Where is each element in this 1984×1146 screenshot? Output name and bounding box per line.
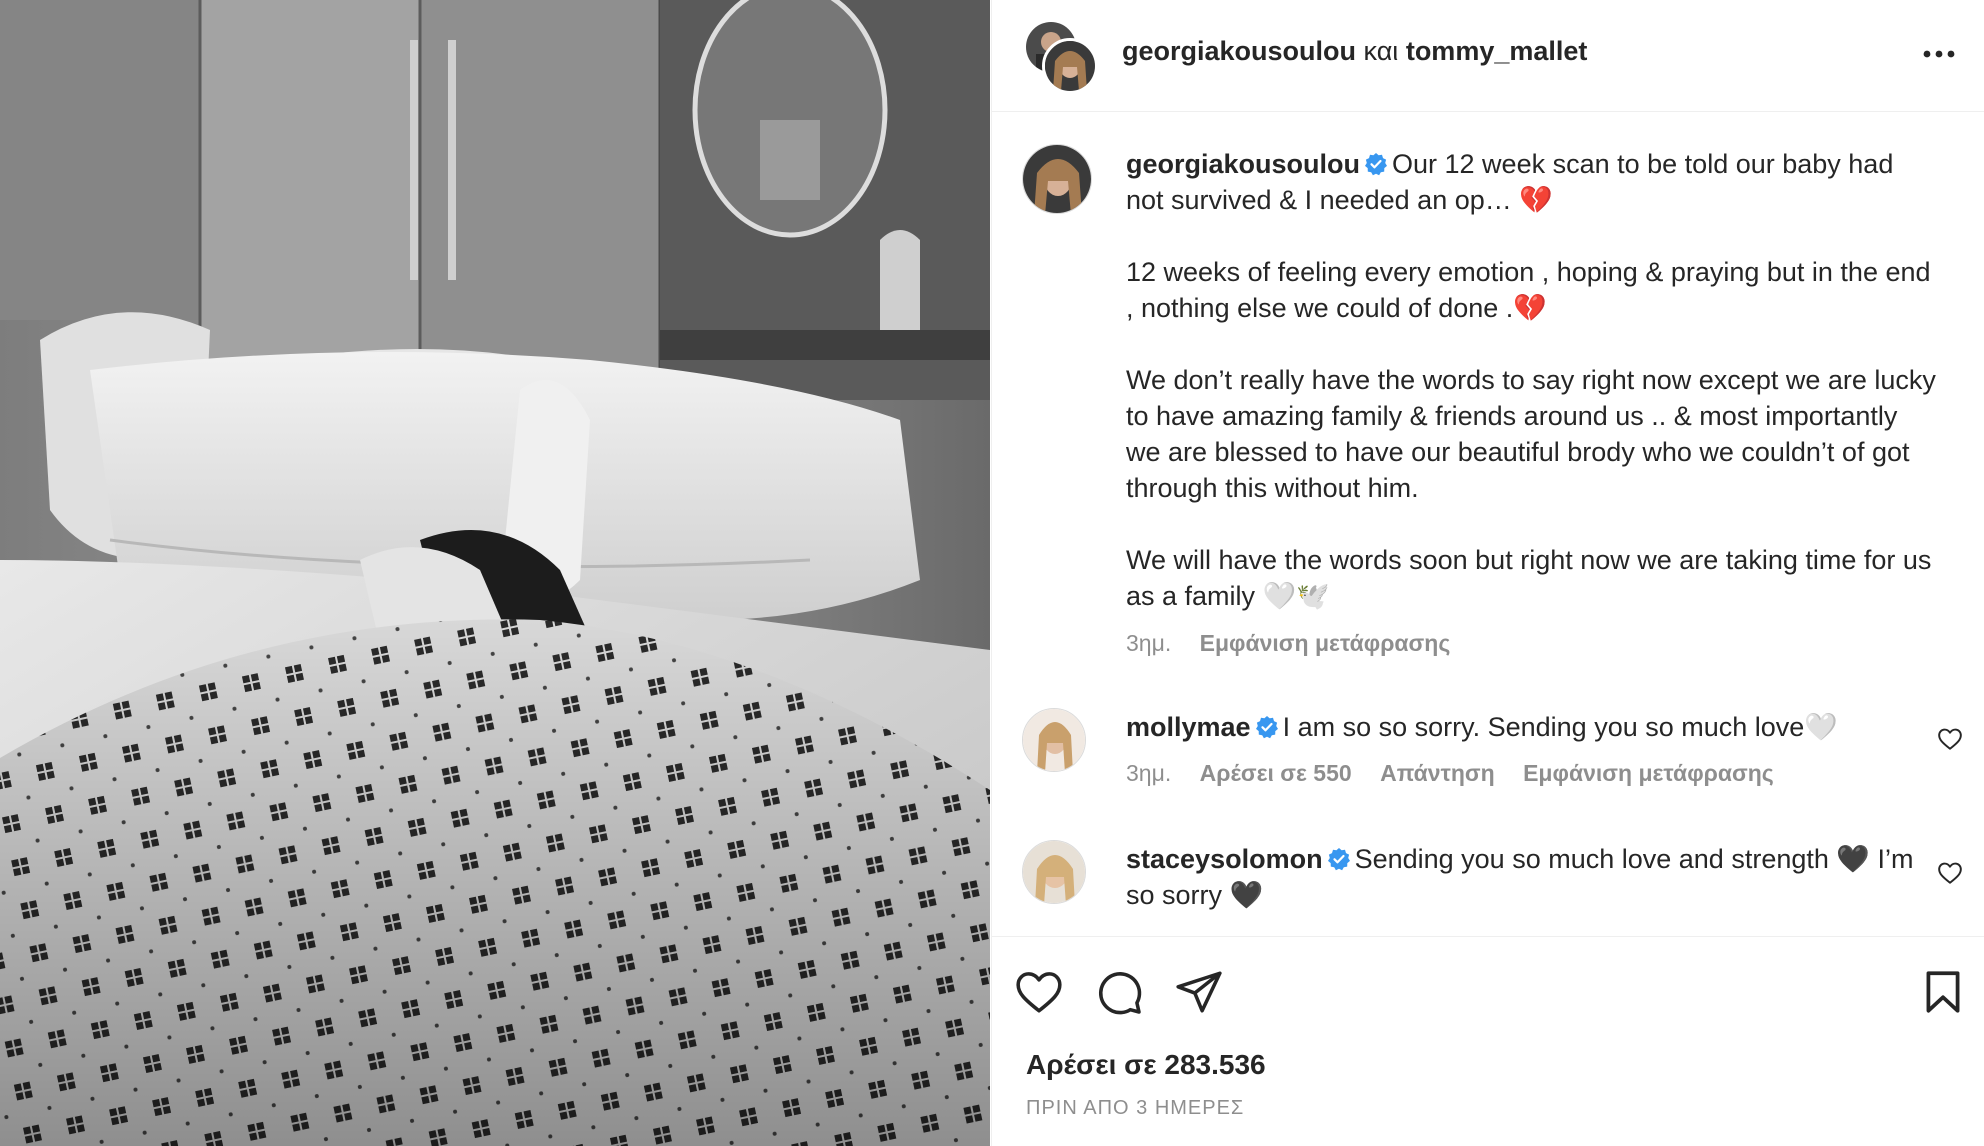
- heart-icon[interactable]: [1014, 967, 1064, 1017]
- comment-1-likes[interactable]: Αρέσει σε 550: [1200, 760, 1352, 786]
- author-georgiakousoulou[interactable]: georgiakousoulou: [1122, 36, 1356, 66]
- post-header: georgiakousoulou και tommy_mallet: [992, 0, 1984, 112]
- caption-text: georgiakousoulou Our 12 week scan to be t…: [1126, 146, 1936, 614]
- verified-badge-icon: [1327, 847, 1351, 871]
- comment-1-reply-button[interactable]: Απάντηση: [1380, 760, 1495, 786]
- caption-meta: 3ημ. Εμφάνιση μετάφρασης: [1126, 630, 1472, 657]
- comment-1-username[interactable]: mollymae: [1126, 712, 1251, 742]
- post-date: ΠΡΙΝ ΑΠΟ 3 ΗΜΕΡΕΣ: [1026, 1097, 1245, 1119]
- caption-username[interactable]: georgiakousoulou: [1126, 149, 1360, 179]
- comment-2-like-icon[interactable]: [1937, 860, 1963, 886]
- caption-paragraph-4: We will have the words soon but right no…: [1126, 545, 1939, 611]
- action-bar: Αρέσει σε 283.536 ΠΡΙΝ ΑΠΟ 3 ΗΜΕΡΕΣ: [992, 936, 1984, 1146]
- caption-avatar[interactable]: [1022, 144, 1092, 214]
- caption-paragraph-1: georgiakousoulou Our 12 week scan to be t…: [1126, 146, 1936, 218]
- comment-1-body: I am so so sorry. Sending you so much lo…: [1282, 712, 1838, 742]
- comment-icon[interactable]: [1094, 967, 1144, 1017]
- caption-paragraph-2: 12 weeks of feeling every emotion , hopi…: [1126, 257, 1939, 323]
- comment-1-translation-link[interactable]: Εμφάνιση μετάφρασης: [1523, 760, 1774, 786]
- authors-conjunction: και: [1363, 36, 1399, 66]
- comment-avatar-mollymae[interactable]: [1022, 708, 1086, 772]
- post-photo[interactable]: [0, 0, 990, 1146]
- comment-2-username[interactable]: staceysolomon: [1126, 844, 1323, 874]
- verified-badge-icon: [1364, 152, 1388, 176]
- comment-2-text: staceysolomon Sending you so much love an…: [1126, 841, 1936, 913]
- hospital-bed-photo: [0, 0, 990, 1146]
- caption-time[interactable]: 3ημ.: [1126, 630, 1171, 656]
- verified-badge-icon: [1255, 715, 1279, 739]
- comment-1-meta: 3ημ. Αρέσει σε 550 Απάντηση Εμφάνιση μετ…: [1126, 760, 1796, 787]
- post-authors: georgiakousoulou και tommy_mallet: [1122, 36, 1587, 67]
- comment-avatar-staceysolomon[interactable]: [1022, 840, 1086, 904]
- likes-count[interactable]: Αρέσει σε 283.536: [1026, 1049, 1266, 1081]
- caption-paragraph-3: We don’t really have the words to say ri…: [1126, 365, 1944, 503]
- post-detail-panel: georgiakousoulou και tommy_mallet georgi…: [991, 0, 1984, 1146]
- author-tommy-mallet[interactable]: tommy_mallet: [1406, 36, 1588, 66]
- comment-1-time[interactable]: 3ημ.: [1126, 760, 1171, 786]
- more-horizontal-icon[interactable]: [1919, 36, 1959, 72]
- avatar-georgiakousoulou[interactable]: [1042, 38, 1098, 94]
- bookmark-icon[interactable]: [1918, 967, 1968, 1017]
- send-icon[interactable]: [1174, 967, 1224, 1017]
- comment-1-text: mollymae I am so so sorry. Sending you so…: [1126, 709, 1936, 745]
- caption-translation-link[interactable]: Εμφάνιση μετάφρασης: [1200, 630, 1451, 656]
- comment-1-like-icon[interactable]: [1937, 726, 1963, 752]
